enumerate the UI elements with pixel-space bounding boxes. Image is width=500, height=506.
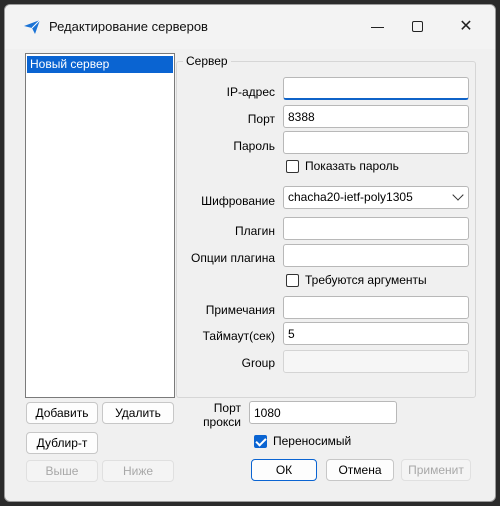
need-args-label: Требуются аргументы: [305, 273, 427, 287]
timeout-label: Таймаут(сек): [202, 329, 275, 343]
window-title: Редактирование серверов: [49, 19, 208, 34]
paper-plane-icon: [24, 19, 41, 34]
add-button[interactable]: Добавить: [26, 402, 98, 424]
minimize-button[interactable]: [363, 13, 393, 41]
maximize-icon: [412, 21, 423, 32]
portable-label: Переносимый: [273, 434, 352, 448]
close-icon: ✕: [459, 18, 473, 35]
checkbox-box[interactable]: [286, 273, 299, 287]
encryption-value: chacha20-ietf-poly1305: [288, 190, 413, 204]
checkbox-box[interactable]: [286, 159, 299, 173]
password-label: Пароль: [233, 139, 275, 153]
minimize-icon: [371, 27, 384, 28]
proxy-port-input[interactable]: [249, 401, 397, 424]
proxy-port-label-line1: Порт: [213, 401, 241, 415]
chevron-down-icon: [452, 189, 464, 201]
server-list[interactable]: Новый сервер: [25, 53, 175, 398]
server-group-title: Сервер: [183, 54, 231, 68]
maximize-button[interactable]: [403, 13, 433, 41]
checkbox-box[interactable]: [254, 434, 267, 448]
plugin-input[interactable]: [283, 217, 469, 240]
move-up-button[interactable]: Выше: [26, 460, 98, 482]
encryption-label: Шифрование: [201, 194, 275, 208]
port-label: Порт: [247, 112, 275, 126]
group-label: Group: [241, 356, 275, 370]
proxy-port-label-line2: прокси: [203, 415, 241, 429]
list-item[interactable]: Новый сервер: [27, 56, 173, 73]
port-input[interactable]: [283, 105, 469, 128]
cancel-button[interactable]: Отмена: [326, 459, 394, 481]
remarks-label: Примечания: [205, 303, 275, 317]
plugin-options-label: Опции плагина: [191, 251, 275, 265]
remarks-input[interactable]: [283, 296, 469, 319]
plugin-label: Плагин: [234, 224, 275, 238]
ip-input[interactable]: [283, 77, 469, 100]
server-editor-window: Редактирование серверов ✕ Новый сервер С…: [4, 4, 496, 502]
ok-button[interactable]: ОК: [251, 459, 317, 481]
move-down-button[interactable]: Ниже: [102, 460, 174, 482]
portable-checkbox[interactable]: Переносимый: [254, 434, 351, 448]
ip-label: IP-адрес: [226, 85, 275, 99]
apply-button[interactable]: Применит: [401, 459, 471, 481]
encryption-select[interactable]: chacha20-ietf-poly1305: [283, 186, 469, 209]
password-input[interactable]: [283, 131, 469, 154]
close-button[interactable]: ✕: [451, 13, 481, 41]
plugin-options-input[interactable]: [283, 244, 469, 267]
title-bar: Редактирование серверов ✕: [5, 5, 495, 49]
need-args-checkbox[interactable]: Требуются аргументы: [286, 273, 427, 287]
group-input: [283, 350, 469, 373]
timeout-input[interactable]: [283, 322, 469, 345]
duplicate-button[interactable]: Дублир-т: [26, 432, 98, 454]
show-password-label: Показать пароль: [305, 159, 399, 173]
show-password-checkbox[interactable]: Показать пароль: [286, 159, 399, 173]
